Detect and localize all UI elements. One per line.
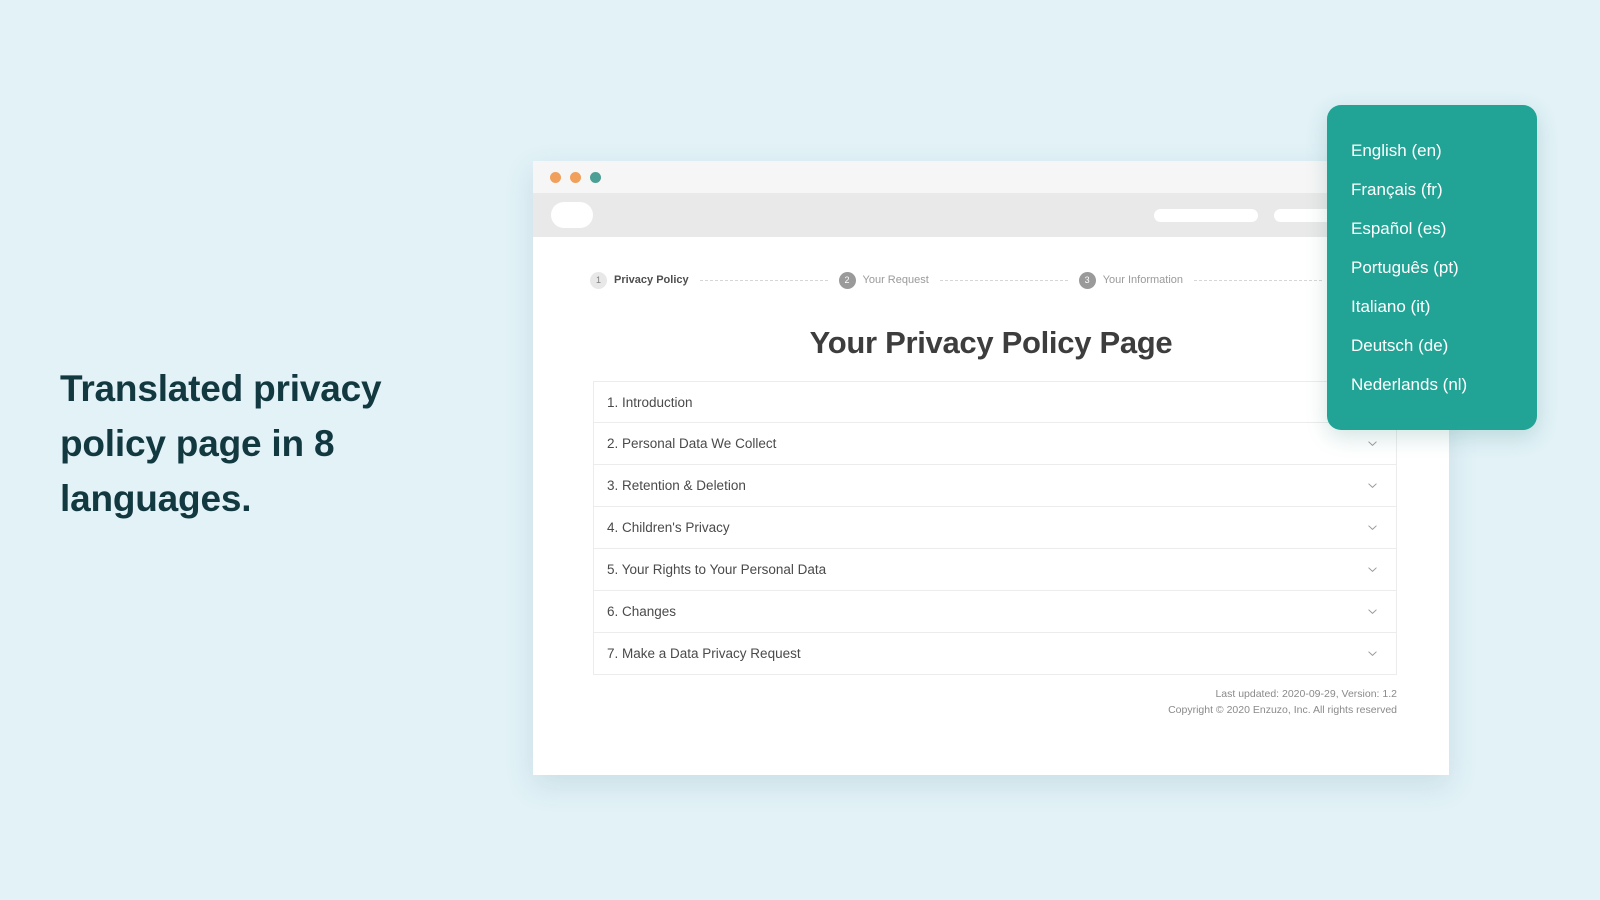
stepper-step-1[interactable]: 1 Privacy Policy (590, 271, 689, 289)
language-option-it[interactable]: Italiano (it) (1351, 287, 1537, 326)
chevron-down-icon[interactable] (1367, 438, 1378, 449)
address-bar-placeholder[interactable] (551, 202, 593, 228)
language-option-en[interactable]: English (en) (1351, 131, 1537, 170)
policy-section-row-5[interactable]: 5. Your Rights to Your Personal Data (594, 549, 1396, 591)
policy-section-row-2[interactable]: 2. Personal Data We Collect (594, 423, 1396, 465)
browser-titlebar (533, 161, 1449, 193)
policy-section-label-1: 1. Introduction (607, 394, 693, 410)
policy-section-row-4[interactable]: 4. Children's Privacy (594, 507, 1396, 549)
stepper-step-2[interactable]: 2 Your Request (838, 271, 929, 289)
chevron-down-icon[interactable] (1367, 564, 1378, 575)
policy-section-label-7: 7. Make a Data Privacy Request (607, 646, 801, 661)
stepper-step-1-number: 1 (590, 271, 607, 289)
chevron-down-icon[interactable] (1367, 480, 1378, 491)
policy-section-label-6: 6. Changes (607, 604, 677, 619)
chevron-down-icon[interactable] (1367, 648, 1378, 659)
stepper-step-1-label: Privacy Policy (614, 274, 689, 286)
policy-section-row-6[interactable]: 6. Changes (594, 591, 1396, 633)
stepper-step-3-label: Your Information (1102, 274, 1183, 286)
stepper-connector-3 (1194, 279, 1322, 281)
stepper-connector-1 (699, 279, 828, 281)
toolbar-pill-1[interactable] (1154, 208, 1258, 222)
language-option-pt[interactable]: Português (pt) (1351, 248, 1537, 287)
last-updated-text: Last updated: 2020-09-29, Version: 1.2 (1215, 688, 1397, 700)
stepper-step-2-label: Your Request (862, 274, 929, 286)
language-selector-panel: English (en) Français (fr) Español (es) … (1327, 105, 1537, 430)
chevron-down-icon[interactable] (1367, 522, 1378, 533)
language-option-fr[interactable]: Français (fr) (1351, 170, 1537, 209)
language-option-nl[interactable]: Nederlands (nl) (1351, 365, 1537, 404)
stepper-step-3[interactable]: 3 Your Information (1078, 271, 1183, 289)
progress-stepper: 1 Privacy Policy 2 Your Request 3 Your I… (533, 263, 1449, 297)
document-footer: Last updated: 2020-09-29, Version: 1.2 C… (593, 686, 1397, 719)
stepper-step-3-number: 3 (1078, 271, 1096, 289)
policy-section-row-3[interactable]: 3. Retention & Deletion (594, 465, 1396, 507)
maximize-dot-icon[interactable] (590, 171, 601, 183)
browser-page-content: 1 Privacy Policy 2 Your Request 3 Your I… (533, 237, 1449, 775)
stepper-step-2-number: 2 (838, 271, 856, 289)
language-option-de[interactable]: Deutsch (de) (1351, 326, 1537, 365)
policy-section-label-3: 3. Retention & Deletion (607, 478, 746, 493)
policy-section-label-2: 2. Personal Data We Collect (607, 436, 777, 451)
policy-section-label-5: 5. Your Rights to Your Personal Data (607, 562, 827, 577)
stepper-connector-2 (939, 279, 1068, 281)
close-dot-icon[interactable] (550, 171, 561, 183)
browser-window-mockup: 1 Privacy Policy 2 Your Request 3 Your I… (533, 161, 1449, 775)
policy-section-list: 1. Introduction 2. Personal Data We Coll… (593, 381, 1397, 675)
language-option-es[interactable]: Español (es) (1351, 209, 1537, 248)
policy-section-row-1[interactable]: 1. Introduction (594, 381, 1396, 423)
chevron-down-icon[interactable] (1367, 606, 1378, 617)
policy-section-label-4: 4. Children's Privacy (607, 520, 730, 535)
minimize-dot-icon[interactable] (570, 171, 581, 183)
browser-toolbar (533, 193, 1449, 237)
policy-section-row-7[interactable]: 7. Make a Data Privacy Request (594, 633, 1396, 675)
document-title: Your Privacy Policy Page (809, 325, 1173, 360)
copyright-text: Copyright © 2020 Enzuzo, Inc. All rights… (1168, 704, 1397, 717)
page-headline: Translated privacy policy page in 8 lang… (60, 368, 382, 519)
